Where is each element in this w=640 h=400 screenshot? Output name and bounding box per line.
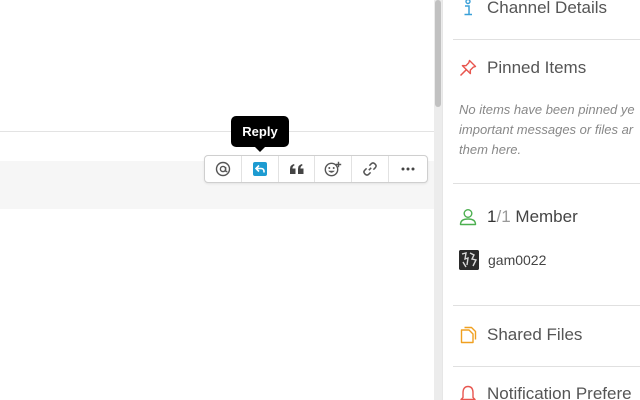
add-reaction-icon (324, 161, 342, 177)
bell-icon (458, 384, 478, 400)
members-label: Member (515, 207, 578, 226)
more-horizontal-icon (401, 167, 415, 171)
tooltip-arrow (254, 146, 266, 152)
channel-details-title: Channel Details (487, 0, 608, 17)
pinned-empty-line: important messages or files ar (459, 122, 634, 137)
section-divider (453, 366, 640, 367)
pinned-items-title: Pinned Items (487, 58, 587, 77)
member-count-total: 1 (501, 207, 511, 226)
channel-details-header[interactable]: Channel Details (458, 0, 607, 18)
pinned-empty-line: No items have been pinned ye (459, 102, 635, 117)
reply-tooltip-text: Reply (242, 124, 278, 139)
at-icon (215, 161, 231, 177)
add-reaction-button[interactable] (315, 156, 353, 182)
member-count: 1/1 Member (487, 207, 578, 227)
person-icon (458, 207, 478, 227)
link-icon (363, 162, 378, 176)
message-divider (0, 131, 434, 132)
reply-icon (252, 162, 267, 176)
member-name: gam0022 (488, 252, 547, 268)
members-header[interactable]: 1/1 Member (458, 207, 578, 227)
pinned-empty-message: No items have been pinned ye important m… (459, 100, 640, 160)
info-icon (458, 0, 478, 18)
pin-icon (458, 58, 478, 78)
message-actions-toolbar (204, 155, 428, 183)
scrollbar-thumb[interactable] (435, 0, 441, 107)
pinned-empty-line: them here. (459, 142, 522, 157)
copy-link-button[interactable] (352, 156, 390, 182)
reply-button[interactable] (242, 156, 279, 182)
channel-sidebar: Channel Details Pinned Items No items ha… (443, 0, 640, 400)
file-icon (458, 325, 478, 345)
shared-files-header[interactable]: Shared Files (458, 325, 582, 345)
avatar (459, 250, 479, 270)
more-actions-button[interactable] (389, 156, 427, 182)
message-pane (0, 0, 434, 400)
quote-icon (289, 164, 304, 174)
app-root: Reply Channel Details Pinned Items No it… (0, 0, 640, 400)
member-list-item[interactable]: gam0022 (459, 250, 546, 270)
section-divider (453, 183, 640, 184)
shared-files-title: Shared Files (487, 325, 583, 344)
section-divider (453, 305, 640, 306)
notification-preferences-title: Notification Prefere (487, 384, 632, 400)
reply-tooltip: Reply (231, 116, 289, 147)
mention-button[interactable] (205, 156, 242, 182)
section-divider (453, 39, 640, 40)
pinned-items-header[interactable]: Pinned Items (458, 58, 586, 78)
quote-button[interactable] (279, 156, 316, 182)
notification-preferences-header[interactable]: Notification Prefere (458, 384, 632, 400)
